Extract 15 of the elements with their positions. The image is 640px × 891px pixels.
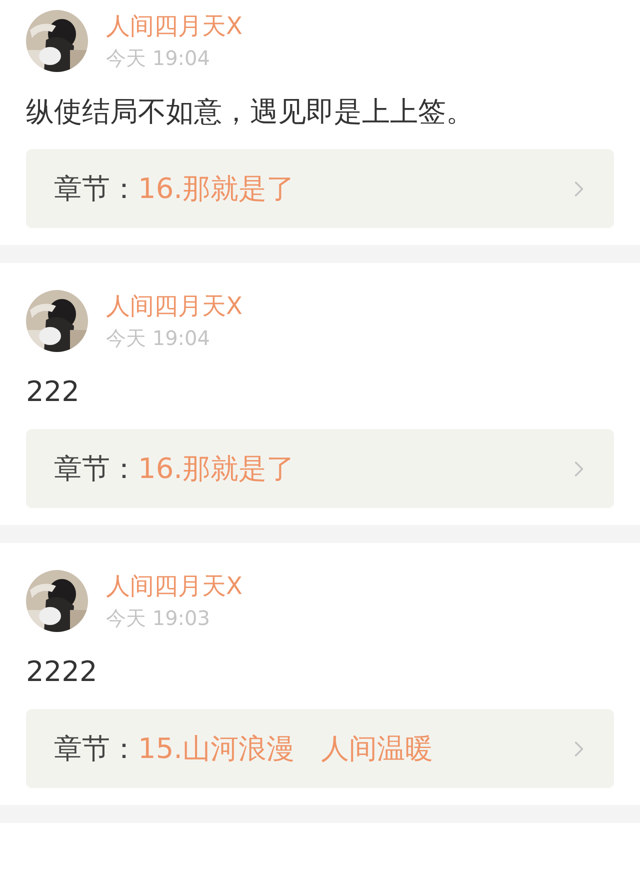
chapter-title: 16.那就是了 — [138, 170, 296, 206]
comment-time: 今天 19:04 — [106, 326, 211, 350]
chapter-title: 16.那就是了 — [138, 450, 296, 486]
chapter-label: 章节： — [54, 170, 138, 206]
chapter-link[interactable]: 章节：16.那就是了 — [26, 429, 614, 508]
chapter-link[interactable]: 章节：15.山河浪漫 人间温暖 — [26, 709, 614, 788]
comment-time: 今天 19:03 — [106, 606, 211, 630]
chapter-label: 章节： — [54, 730, 138, 766]
comment-text: 222 — [26, 374, 80, 410]
chapter-label: 章节： — [54, 450, 138, 486]
comment-text: 纵使结局不如意，遇见即是上上签。 — [26, 94, 475, 130]
comment-text: 2222 — [26, 654, 98, 690]
comment-time: 今天 19:04 — [106, 46, 211, 70]
chapter-link[interactable]: 章节：16.那就是了 — [26, 149, 614, 228]
chapter-title: 15.山河浪漫 人间温暖 — [138, 730, 434, 766]
